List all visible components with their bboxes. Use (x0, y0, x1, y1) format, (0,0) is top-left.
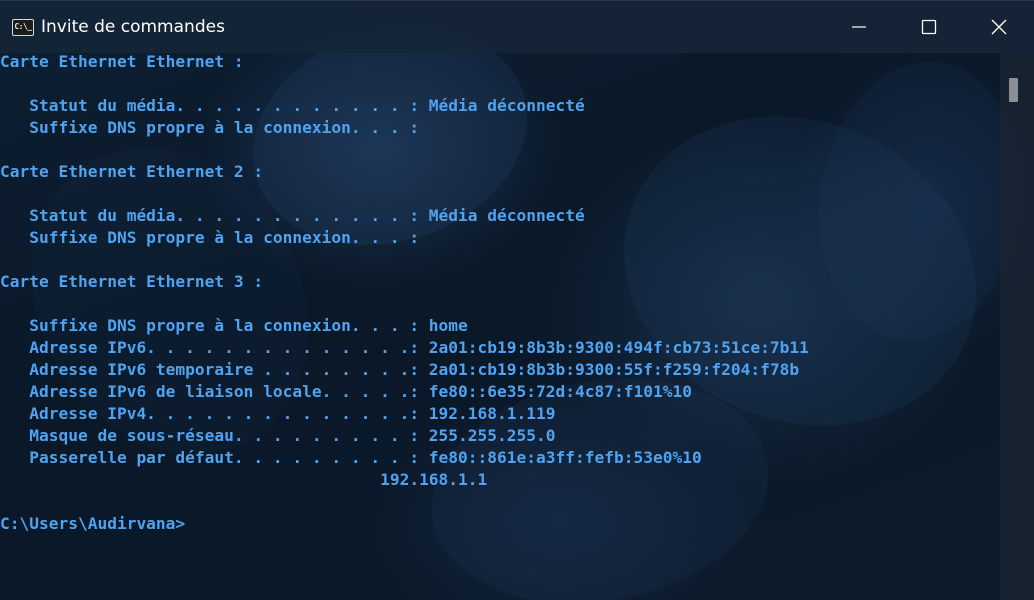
cmd-icon-glyph: C:\_ (14, 22, 32, 31)
maximize-button[interactable] (894, 1, 964, 53)
command-prompt-window: C:\_ Invite de commandes Carte Ethernet … (0, 0, 1034, 600)
console-line: Statut du média. . . . . . . . . . . . :… (0, 96, 585, 115)
maximize-icon (921, 19, 937, 35)
console-line: Adresse IPv6 temporaire . . . . . . . .:… (0, 360, 800, 379)
console-line: Adresse IPv4. . . . . . . . . . . . . .:… (0, 404, 556, 423)
console-line: Passerelle par défaut. . . . . . . . . :… (0, 448, 702, 467)
console-line: Carte Ethernet Ethernet : (0, 52, 244, 71)
window-title: Invite de commandes (41, 17, 225, 37)
command-prompt-line: C:\Users\Audirvana> (0, 514, 186, 533)
vertical-scrollbar[interactable] (1000, 53, 1034, 600)
console-line: Suffixe DNS propre à la connexion. . . :… (0, 316, 468, 335)
console-line: Adresse IPv6. . . . . . . . . . . . . .:… (0, 338, 809, 357)
window-controls (824, 1, 1034, 53)
close-button[interactable] (964, 1, 1034, 53)
minimize-icon (852, 26, 866, 28)
console-line: 192.168.1.1 (0, 470, 488, 489)
console-line: Adresse IPv6 de liaison locale. . . . .:… (0, 382, 692, 401)
scrollbar-thumb[interactable] (1009, 78, 1018, 102)
console-line: Suffixe DNS propre à la connexion. . . : (0, 228, 420, 247)
console-line: Masque de sous-réseau. . . . . . . . . :… (0, 426, 556, 445)
console-line: Suffixe DNS propre à la connexion. . . : (0, 118, 420, 137)
title-bar[interactable]: C:\_ Invite de commandes (0, 1, 1034, 53)
console-line: Statut du média. . . . . . . . . . . . :… (0, 206, 585, 225)
close-icon (991, 19, 1007, 35)
cmd-icon: C:\_ (12, 18, 34, 36)
console-output[interactable]: Carte Ethernet Ethernet : Statut du médi… (0, 51, 1000, 535)
minimize-button[interactable] (824, 1, 894, 53)
console-line: Carte Ethernet Ethernet 3 : (0, 272, 264, 291)
console-line: Carte Ethernet Ethernet 2 : (0, 162, 264, 181)
